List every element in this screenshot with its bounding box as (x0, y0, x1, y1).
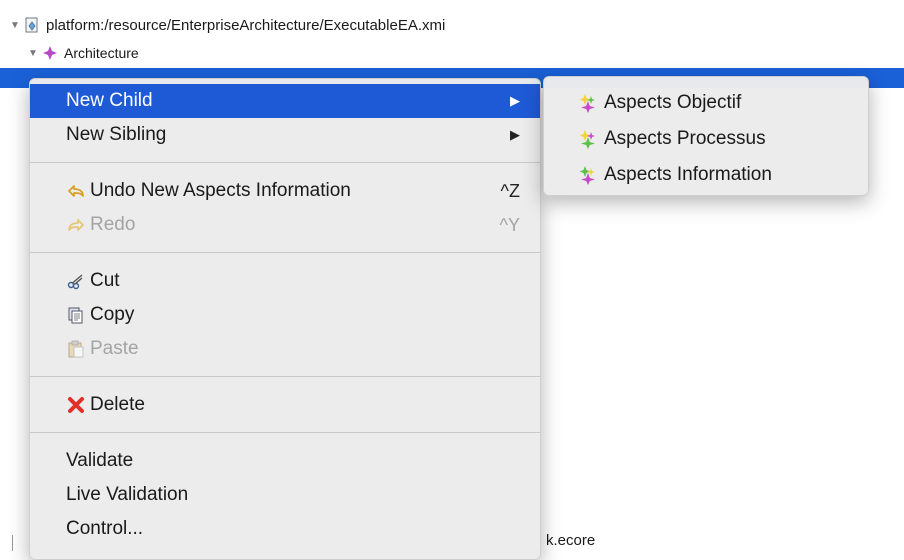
menu-item-label: Undo New Aspects Information (90, 180, 351, 201)
copy-icon (66, 306, 86, 324)
tree-partial-label: k.ecore (546, 532, 596, 549)
menu-separator (30, 252, 540, 253)
menu-item-validate[interactable]: Validate (30, 444, 540, 478)
submenu-item-aspects-information[interactable]: Aspects Information (544, 157, 868, 193)
new-child-submenu: Aspects Objectif Aspects Processus Aspec… (543, 76, 869, 196)
menu-item-control[interactable]: Control... (30, 512, 540, 546)
menu-item-undo[interactable]: Undo New Aspects Information ^Z (30, 174, 540, 208)
model-element-icon (42, 45, 58, 61)
menu-item-label: New Sibling (66, 124, 167, 145)
menu-item-cut[interactable]: Cut (30, 264, 540, 298)
tree-edge-line (12, 535, 13, 551)
menu-item-label: New Child (66, 90, 153, 111)
menu-separator (30, 162, 540, 163)
submenu-arrow-icon: ▶ (510, 127, 520, 142)
menu-shortcut: ^Y (499, 214, 520, 235)
submenu-item-aspects-processus[interactable]: Aspects Processus (544, 121, 868, 157)
paste-icon (66, 340, 86, 358)
menu-item-copy[interactable]: Copy (30, 298, 540, 332)
scissors-icon (66, 272, 86, 290)
expand-twisty-icon[interactable]: ▼ (28, 48, 42, 59)
submenu-item-label: Aspects Information (604, 164, 772, 185)
submenu-item-aspects-objectif[interactable]: Aspects Objectif (544, 85, 868, 121)
aspects-element-icon (578, 93, 600, 113)
menu-item-label: Paste (90, 338, 139, 359)
menu-item-label: Control... (66, 518, 144, 539)
menu-item-label: Redo (90, 214, 136, 235)
menu-item-live-validation[interactable]: Live Validation (30, 478, 540, 512)
menu-shortcut: ^Z (500, 180, 520, 201)
menu-item-label: Copy (90, 304, 135, 325)
menu-item-new-child[interactable]: New Child ▶ (30, 84, 540, 118)
aspects-element-icon (578, 165, 600, 185)
menu-separator (30, 432, 540, 433)
menu-item-label: Validate (66, 450, 134, 471)
menu-item-delete[interactable]: Delete (30, 388, 540, 422)
context-menu: New Child ▶ New Sibling ▶ Undo New Aspec… (29, 78, 541, 560)
resource-file-icon (24, 17, 40, 33)
submenu-item-label: Aspects Objectif (604, 92, 742, 113)
submenu-arrow-icon: ▶ (510, 93, 520, 108)
tree-row-architecture[interactable]: ▼ Architecture (28, 42, 139, 64)
expand-twisty-icon[interactable]: ▼ (10, 20, 24, 31)
menu-item-redo[interactable]: Redo ^Y (30, 208, 540, 242)
submenu-item-label: Aspects Processus (604, 128, 766, 149)
menu-item-label: Live Validation (66, 484, 189, 505)
tree-architecture-label: Architecture (64, 45, 139, 61)
delete-x-icon (66, 396, 86, 414)
menu-item-new-sibling[interactable]: New Sibling ▶ (30, 118, 540, 152)
menu-item-label: Delete (90, 394, 145, 415)
menu-item-label: Cut (90, 270, 120, 291)
aspects-element-icon (578, 129, 600, 149)
undo-icon (66, 182, 86, 200)
menu-item-paste[interactable]: Paste (30, 332, 540, 366)
menu-separator (30, 376, 540, 377)
redo-icon (66, 216, 86, 234)
tree-resource-label: platform:/resource/EnterpriseArchitectur… (46, 16, 446, 34)
tree-row-resource[interactable]: ▼ platform:/resource/EnterpriseArchitect… (10, 14, 445, 36)
